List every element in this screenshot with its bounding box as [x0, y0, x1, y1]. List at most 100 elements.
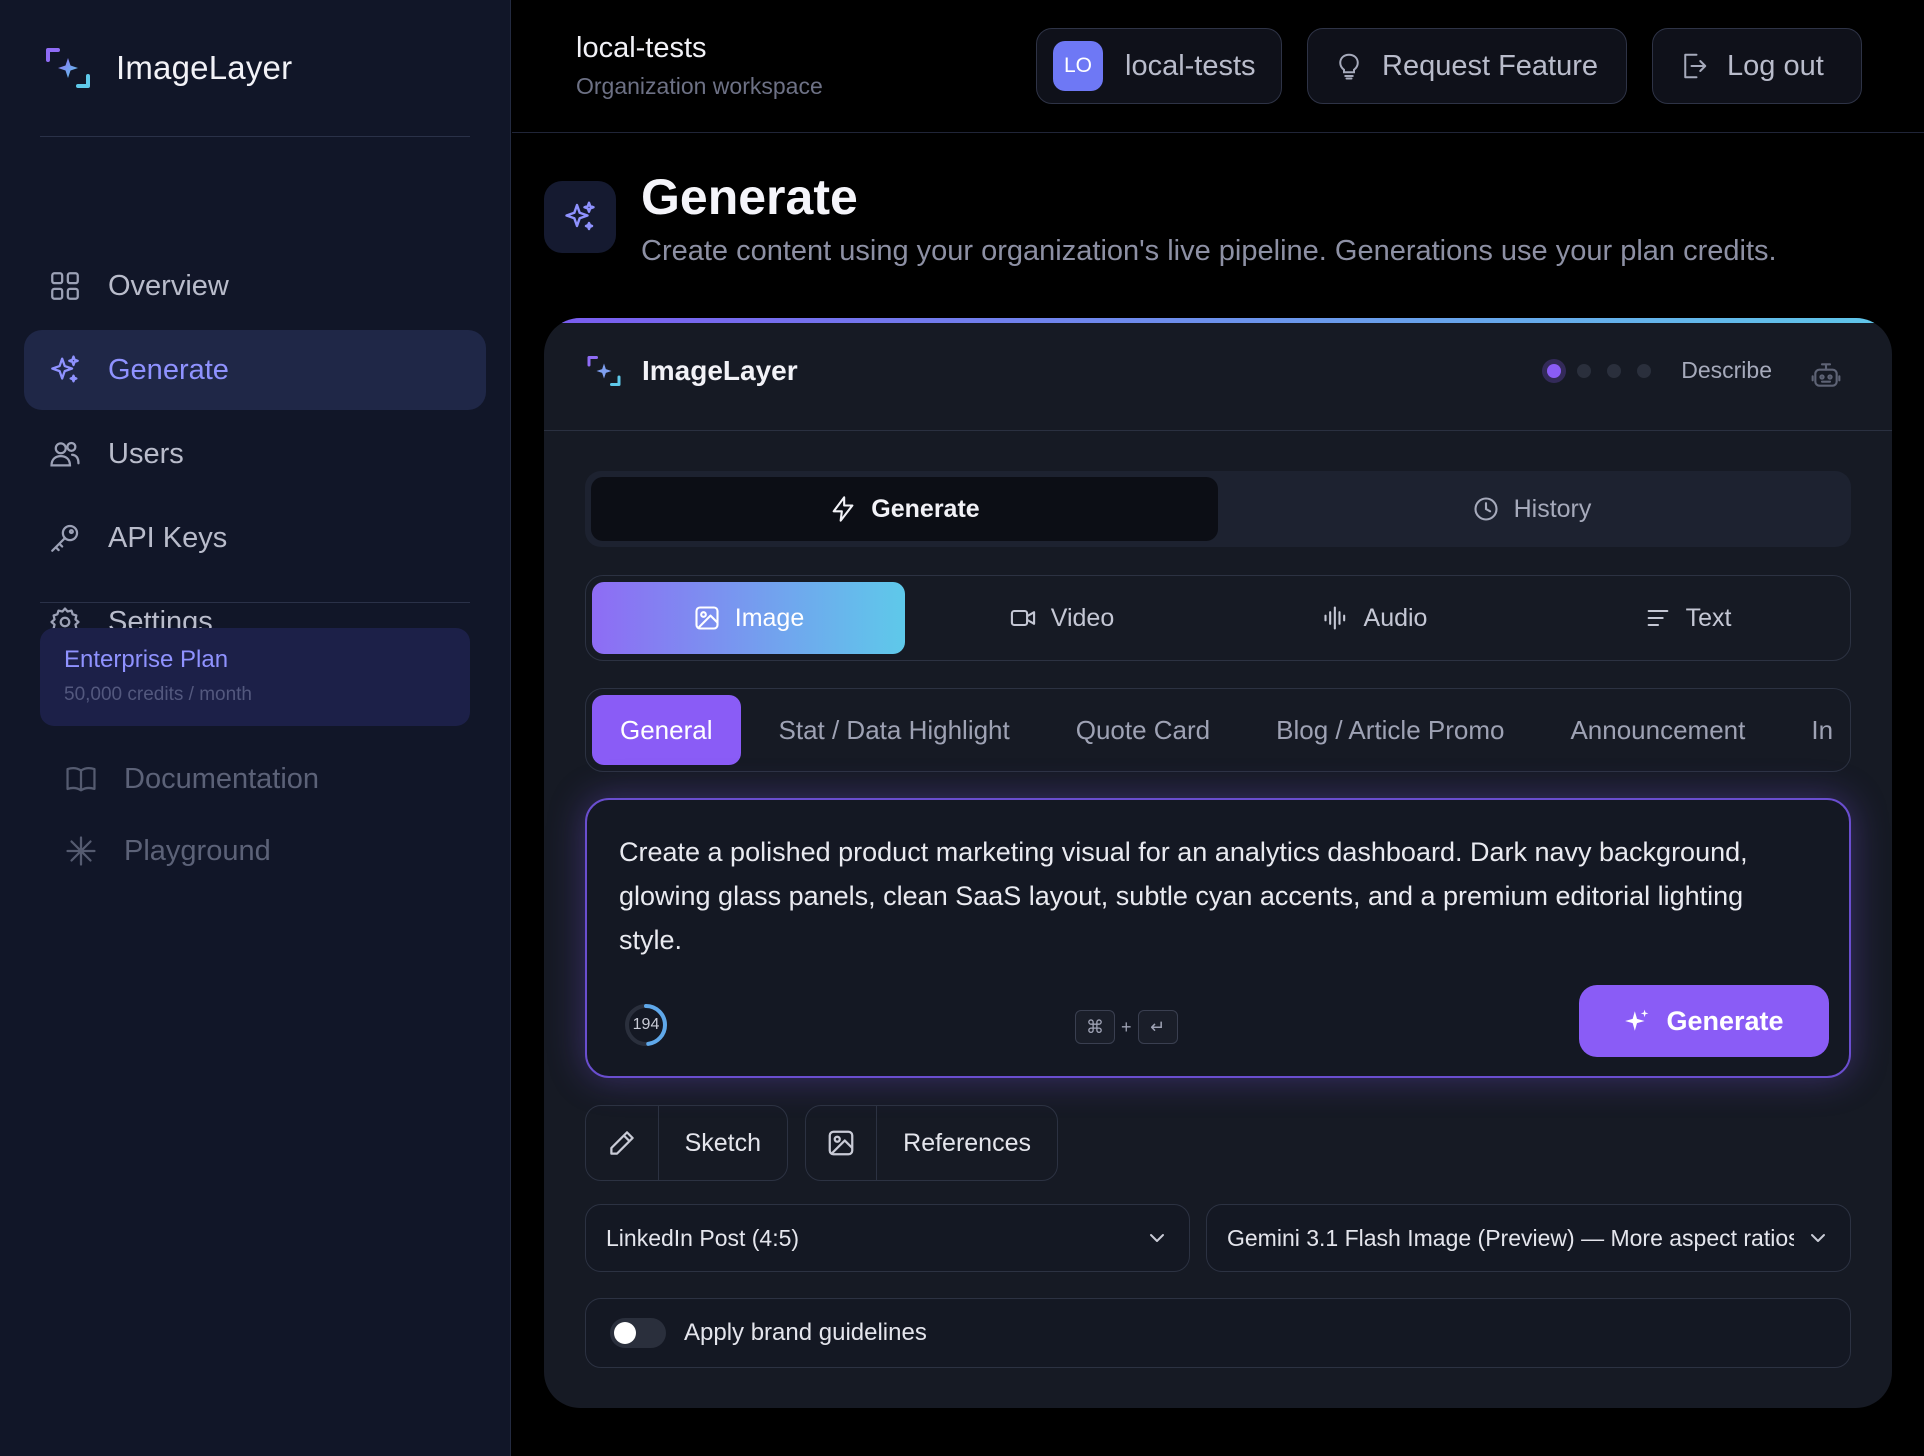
format-select[interactable]: LinkedIn Post (4:5)	[585, 1204, 1190, 1272]
type-text[interactable]: Text	[1531, 582, 1844, 654]
shortcut-plus: +	[1121, 1016, 1132, 1037]
sidebar-item-overview[interactable]: Overview	[24, 246, 486, 326]
brand-name: ImageLayer	[116, 49, 293, 86]
sparkles-icon	[565, 201, 595, 231]
panel-header: ImageLayer Describe	[544, 323, 1892, 431]
step-label: Describe	[1681, 357, 1772, 383]
image-icon	[695, 606, 719, 630]
bolt-icon	[832, 496, 854, 522]
format-select-value: LinkedIn Post (4:5)	[606, 1224, 800, 1251]
org-switcher-button[interactable]: LO local-tests	[1036, 28, 1282, 104]
panel-brand: ImageLayer	[586, 353, 798, 389]
sketch-icon-wrap	[586, 1106, 659, 1180]
step-dot	[1547, 363, 1562, 378]
prompt-textarea[interactable]: Create a polished product marketing visu…	[619, 830, 1809, 962]
type-video[interactable]: Video	[905, 582, 1218, 654]
sidebar-item-label: Users	[108, 437, 184, 470]
command-key: ⌘	[1075, 1010, 1115, 1044]
sidebar-item-generate[interactable]: Generate	[24, 330, 486, 410]
page-title: Generate	[641, 169, 858, 225]
chevron-down-icon	[1150, 1234, 1164, 1242]
audio-wave-icon	[1323, 606, 1345, 630]
clock-icon	[1474, 497, 1498, 521]
logout-label: Log out	[1727, 49, 1824, 82]
mode-tabs: Generate History	[585, 471, 1851, 547]
references-icon-wrap	[806, 1106, 878, 1180]
brand-guidelines-toggle[interactable]	[610, 1318, 666, 1348]
references-label: References	[903, 1128, 1031, 1157]
topbar: local-tests Organization workspace LO lo…	[512, 0, 1924, 133]
step-indicator: Describe	[1547, 357, 1772, 384]
type-image[interactable]: Image	[592, 582, 905, 654]
panel-brand-name: ImageLayer	[642, 355, 798, 386]
grid-icon	[51, 272, 79, 300]
category-announcement[interactable]: Announcement	[1542, 695, 1773, 765]
category-quote-card[interactable]: Quote Card	[1048, 695, 1238, 765]
sketch-button[interactable]: Sketch	[585, 1105, 788, 1181]
template-category-tabs: General Stat / Data Highlight Quote Card…	[585, 688, 1851, 772]
toggle-knob	[614, 1322, 636, 1344]
step-dot	[1607, 363, 1622, 378]
prompt-box[interactable]: Create a polished product marketing visu…	[585, 798, 1851, 1078]
sparkle-icon	[1625, 1009, 1649, 1031]
page-icon	[544, 181, 616, 253]
imagelayer-logo-icon	[587, 356, 621, 386]
tab-history[interactable]: History	[1218, 477, 1845, 541]
brand-guidelines-row: Apply brand guidelines	[585, 1298, 1851, 1368]
brand-guidelines-label: Apply brand guidelines	[684, 1319, 927, 1346]
avatar: LO	[1053, 41, 1103, 91]
sketch-label: Sketch	[684, 1128, 761, 1157]
playground-link[interactable]: Playground	[64, 834, 271, 868]
playground-label: Playground	[124, 834, 271, 867]
media-type-tabs: Image Video Audio Text	[585, 575, 1851, 661]
org-switcher-label: local-tests	[1125, 49, 1256, 82]
documentation-label: Documentation	[124, 762, 320, 795]
request-feature-button[interactable]: Request Feature	[1307, 28, 1627, 104]
org-subtitle: Organization workspace	[576, 73, 823, 99]
plan-card[interactable]: Enterprise Plan 50,000 credits / month	[40, 628, 470, 726]
sidebar-item-label: API Keys	[108, 521, 228, 554]
sidebar-brand[interactable]: ImageLayer	[44, 44, 292, 92]
lightbulb-icon	[1339, 53, 1359, 80]
generator-panel: ImageLayer Describe Generate History Ima…	[544, 318, 1892, 1408]
references-button[interactable]: References	[805, 1105, 1058, 1181]
char-count: 194	[632, 1016, 660, 1033]
plan-credits: 50,000 credits / month	[64, 684, 252, 705]
category-blog-article-promo[interactable]: Blog / Article Promo	[1248, 695, 1532, 765]
category-truncated[interactable]: In	[1783, 695, 1850, 765]
tab-label: Generate	[871, 494, 980, 523]
key-icon	[51, 524, 79, 552]
keyboard-shortcut-hint: ⌘ + ↵	[1075, 1010, 1178, 1044]
documentation-link[interactable]: Documentation	[64, 762, 319, 796]
type-label: Video	[1050, 603, 1115, 632]
chevron-down-icon	[1811, 1234, 1825, 1242]
pencil-icon	[610, 1131, 634, 1155]
logout-button[interactable]: Log out	[1652, 28, 1862, 104]
category-stat-data-highlight[interactable]: Stat / Data Highlight	[751, 695, 1038, 765]
sidebar-item-label: Overview	[108, 269, 229, 302]
generate-button[interactable]: Generate	[1579, 985, 1829, 1057]
org-info: local-tests Organization workspace	[576, 32, 823, 100]
sidebar-item-users[interactable]: Users	[24, 414, 486, 494]
type-audio[interactable]: Audio	[1218, 582, 1531, 654]
sidebar-item-api-keys[interactable]: API Keys	[24, 498, 486, 578]
model-select[interactable]: Gemini 3.1 Flash Image (Preview) — More …	[1206, 1204, 1851, 1272]
org-name: local-tests	[576, 32, 707, 64]
robot-icon[interactable]	[1810, 359, 1842, 391]
sidebar-item-label: Generate	[108, 353, 229, 386]
users-icon	[50, 441, 80, 467]
logout-icon	[1684, 53, 1707, 79]
type-label: Audio	[1363, 603, 1428, 632]
sidebar: ImageLayer Overview Generate Users API K…	[0, 0, 511, 1456]
divider	[40, 602, 470, 603]
page-subtitle: Create content using your organization's…	[641, 235, 1777, 267]
request-feature-label: Request Feature	[1382, 49, 1599, 82]
image-icon	[828, 1130, 854, 1156]
tab-label: History	[1513, 494, 1592, 523]
category-general[interactable]: General	[592, 695, 741, 765]
model-select-value: Gemini 3.1 Flash Image (Preview) — More …	[1227, 1224, 1794, 1251]
asterisk-icon	[66, 836, 96, 866]
tab-generate[interactable]: Generate	[591, 477, 1218, 541]
type-label: Text	[1685, 603, 1732, 632]
step-dot	[1577, 363, 1592, 378]
